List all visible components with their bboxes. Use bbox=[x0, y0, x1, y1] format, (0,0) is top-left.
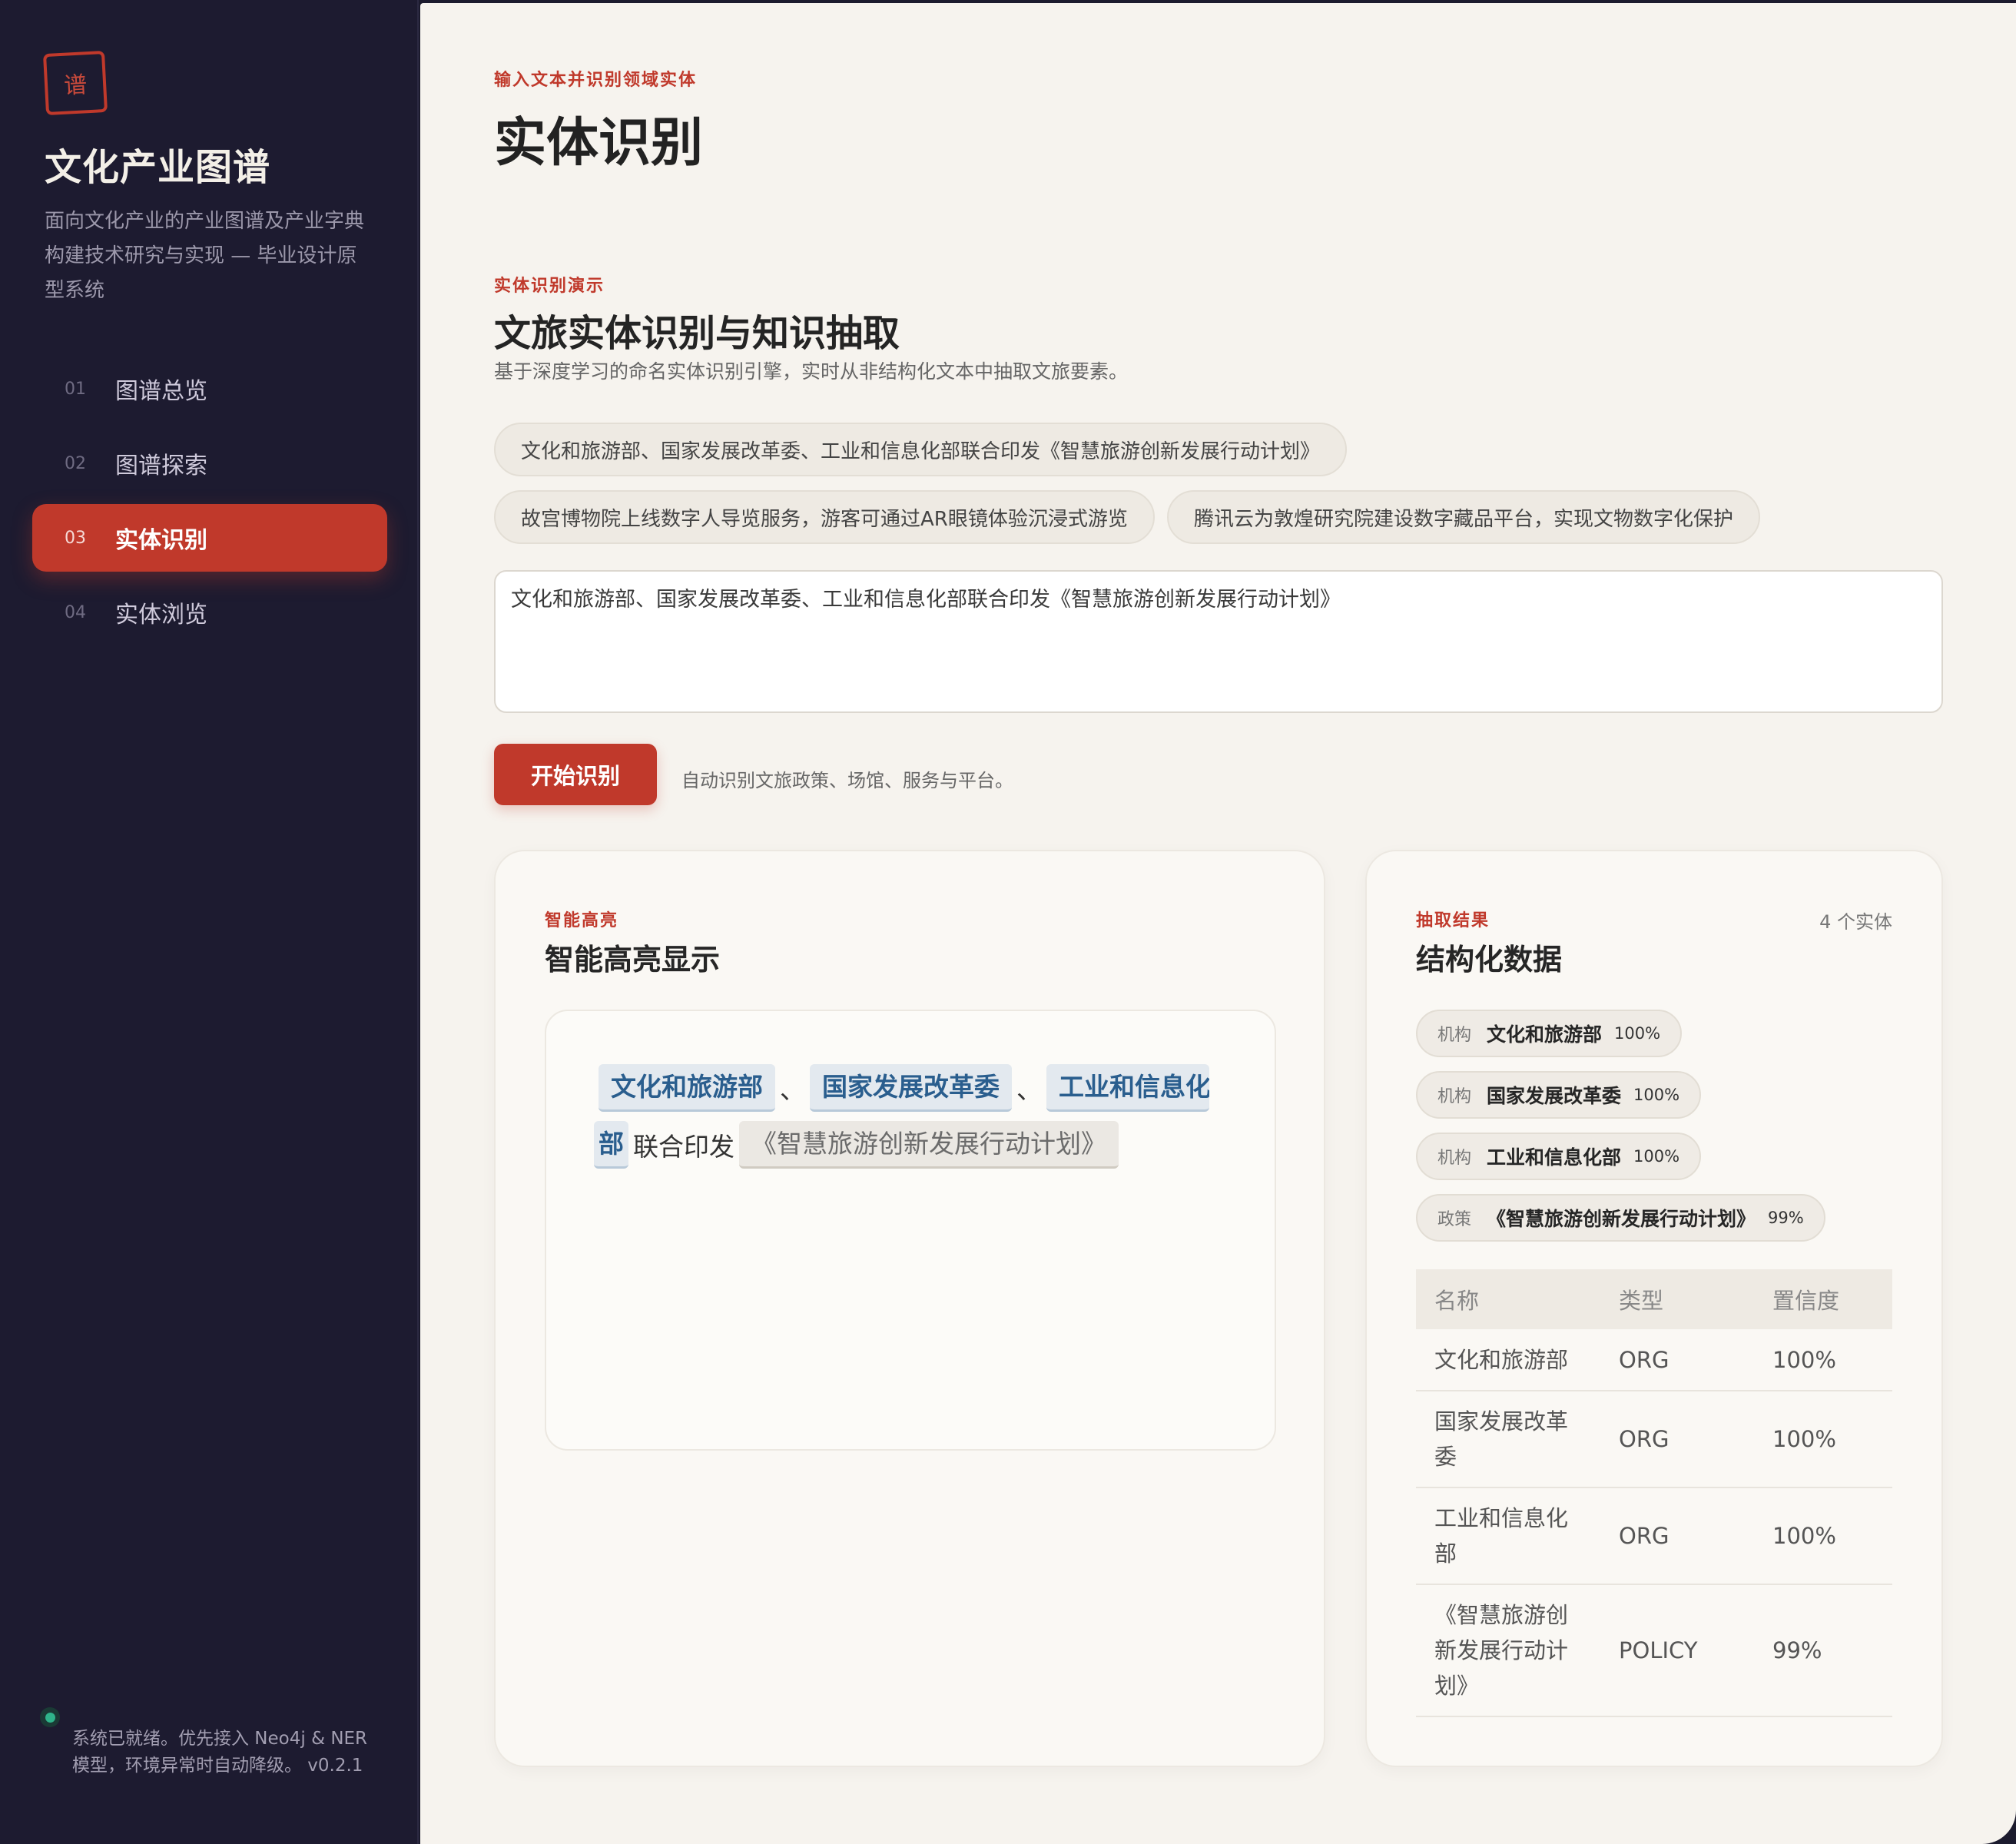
main-content: 输入文本并识别领域实体 实体识别 实体识别演示 文旅实体识别与知识抽取 基于深度… bbox=[420, 3, 2016, 1844]
cell-name: 国家发展改革委 bbox=[1416, 1391, 1600, 1488]
status-dot-icon bbox=[40, 1707, 60, 1727]
nav-number: 03 bbox=[65, 528, 86, 548]
logo-char: 谱 bbox=[63, 71, 88, 100]
card-eyebrow: 智能高亮 bbox=[545, 911, 619, 930]
entity-highlight-org[interactable]: 文化和旅游部 bbox=[598, 1064, 775, 1112]
start-recognition-button[interactable]: 开始识别 bbox=[494, 744, 657, 805]
highlight-line: 部 联合印发 《智慧旅游创新发展行动计划》 bbox=[594, 1120, 1119, 1169]
cell-confidence: 100% bbox=[1754, 1329, 1892, 1391]
sidebar-item-entity-browse[interactable]: 04 实体浏览 bbox=[32, 579, 387, 646]
cell-name: 工业和信息化部 bbox=[1416, 1487, 1600, 1585]
status-text: 系统已就绪。优先接入 Neo4j & NER 模型，环境异常时自动降级。 v0.… bbox=[72, 1729, 368, 1776]
app-title: 文化产业图谱 bbox=[45, 146, 271, 189]
sidebar-item-entity-recognition[interactable]: 03 实体识别 bbox=[32, 504, 387, 572]
entity-name: 国家发展改革委 bbox=[1487, 1085, 1622, 1107]
entity-name: 文化和旅游部 bbox=[1487, 1023, 1603, 1046]
column-header-confidence: 置信度 bbox=[1754, 1269, 1892, 1329]
highlight-card: 智能高亮 智能高亮显示 文化和旅游部 、 国家发展改革委 、 工业和信息化 部 … bbox=[494, 850, 1325, 1767]
text-input[interactable] bbox=[494, 570, 1943, 713]
card-eyebrow: 抽取结果 bbox=[1416, 911, 1490, 930]
cell-type: ORG bbox=[1600, 1487, 1754, 1585]
section-eyebrow: 实体识别演示 bbox=[494, 277, 605, 296]
results-table: 名称 类型 置信度 文化和旅游部 ORG 100% 国家发展改革委 ORG 10… bbox=[1416, 1269, 1892, 1717]
card-title: 结构化数据 bbox=[1416, 942, 1563, 977]
entity-count: 4 个实体 bbox=[1819, 911, 1892, 933]
results-card: 抽取结果 4 个实体 结构化数据 机构 文化和旅游部 100% 机构 国家发展改… bbox=[1365, 850, 1943, 1767]
app-description: 面向文化产业的产业图谱及产业字典构建技术研究与实现 — 毕业设计原型系统 bbox=[45, 210, 365, 302]
nav-label: 实体浏览 bbox=[115, 602, 207, 628]
sidebar-item-explore[interactable]: 02 图谱探索 bbox=[32, 429, 387, 497]
cell-type: POLICY bbox=[1600, 1584, 1754, 1717]
page-title: 实体识别 bbox=[494, 112, 704, 174]
nav-number: 01 bbox=[65, 379, 86, 399]
nav-number: 04 bbox=[65, 602, 86, 622]
entity-confidence: 100% bbox=[1633, 1086, 1680, 1104]
entity-tag[interactable]: 机构 工业和信息化部 100% bbox=[1416, 1133, 1702, 1180]
cell-name: 文化和旅游部 bbox=[1416, 1329, 1600, 1391]
cell-type: ORG bbox=[1600, 1329, 1754, 1391]
nav-label: 实体识别 bbox=[115, 527, 207, 554]
entity-type: 政策 bbox=[1437, 1210, 1472, 1229]
plain-text: 联合印发 bbox=[633, 1132, 734, 1162]
example-chip[interactable]: 文化和旅游部、国家发展改革委、工业和信息化部联合印发《智慧旅游创新发展行动计划》 bbox=[494, 423, 1348, 476]
highlight-text-area: 文化和旅游部 、 国家发展改革委 、 工业和信息化 部 联合印发 《智慧旅游创新… bbox=[545, 1010, 1276, 1451]
entity-tag[interactable]: 机构 国家发展改革委 100% bbox=[1416, 1071, 1702, 1119]
table-header-row: 名称 类型 置信度 bbox=[1416, 1269, 1892, 1329]
entity-type: 机构 bbox=[1437, 1026, 1472, 1045]
app-window: 谱 文化产业图谱 面向文化产业的产业图谱及产业字典构建技术研究与实现 — 毕业设… bbox=[0, 0, 2016, 1844]
app-logo: 谱 bbox=[42, 50, 108, 116]
table-row: 《智慧旅游创新发展行动计划》 POLICY 99% bbox=[1416, 1584, 1892, 1717]
button-hint: 自动识别文旅政策、场馆、服务与平台。 bbox=[681, 770, 1013, 791]
table-row: 文化和旅游部 ORG 100% bbox=[1416, 1329, 1892, 1391]
example-chip[interactable]: 腾讯云为敦煌研究院建设数字藏品平台，实现文物数字化保护 bbox=[1167, 490, 1761, 544]
cell-type: ORG bbox=[1600, 1391, 1754, 1488]
highlight-line: 文化和旅游部 、 国家发展改革委 、 工业和信息化 bbox=[598, 1063, 1209, 1113]
entity-type: 机构 bbox=[1437, 1149, 1472, 1168]
section-description: 基于深度学习的命名实体识别引擎，实时从非结构化文本中抽取文旅要素。 bbox=[494, 360, 1129, 383]
entity-tag[interactable]: 政策 《智慧旅游创新发展行动计划》 99% bbox=[1416, 1194, 1825, 1242]
sidebar-nav: 01 图谱总览 02 图谱探索 03 实体识别 04 实体浏览 bbox=[32, 355, 387, 653]
cell-name: 《智慧旅游创新发展行动计划》 bbox=[1416, 1584, 1600, 1717]
entity-confidence: 100% bbox=[1633, 1147, 1680, 1166]
table-row: 工业和信息化部 ORG 100% bbox=[1416, 1487, 1892, 1585]
entity-tag[interactable]: 机构 文化和旅游部 100% bbox=[1416, 1010, 1683, 1057]
entity-confidence: 99% bbox=[1768, 1209, 1804, 1227]
entity-name: 《智慧旅游创新发展行动计划》 bbox=[1487, 1208, 1756, 1230]
entity-name: 工业和信息化部 bbox=[1487, 1146, 1622, 1169]
entity-confidence: 100% bbox=[1614, 1024, 1661, 1043]
column-header-type: 类型 bbox=[1600, 1269, 1754, 1329]
entity-highlight-org[interactable]: 国家发展改革委 bbox=[810, 1064, 1012, 1112]
cell-confidence: 99% bbox=[1754, 1584, 1892, 1717]
example-chip[interactable]: 故宫博物院上线数字人导览服务，游客可通过AR眼镜体验沉浸式游览 bbox=[494, 490, 1155, 544]
entity-type: 机构 bbox=[1437, 1087, 1472, 1106]
sidebar-item-overview[interactable]: 01 图谱总览 bbox=[32, 355, 387, 423]
table-row: 国家发展改革委 ORG 100% bbox=[1416, 1391, 1892, 1488]
entity-highlight-org[interactable]: 部 bbox=[594, 1121, 628, 1169]
plain-text: 、 bbox=[780, 1075, 805, 1105]
plain-text: 、 bbox=[1016, 1075, 1042, 1105]
nav-number: 02 bbox=[65, 453, 86, 473]
nav-label: 图谱探索 bbox=[115, 453, 207, 479]
entity-highlight-org[interactable]: 工业和信息化 bbox=[1046, 1064, 1209, 1112]
page-eyebrow: 输入文本并识别领域实体 bbox=[494, 71, 698, 90]
entity-highlight-policy[interactable]: 《智慧旅游创新发展行动计划》 bbox=[739, 1121, 1119, 1169]
section-title: 文旅实体识别与知识抽取 bbox=[494, 312, 900, 355]
cell-confidence: 100% bbox=[1754, 1487, 1892, 1585]
cell-confidence: 100% bbox=[1754, 1391, 1892, 1488]
sidebar: 谱 文化产业图谱 面向文化产业的产业图谱及产业字典构建技术研究与实现 — 毕业设… bbox=[0, 0, 419, 1844]
nav-label: 图谱总览 bbox=[115, 378, 207, 405]
column-header-name: 名称 bbox=[1416, 1269, 1600, 1329]
card-title: 智能高亮显示 bbox=[545, 942, 721, 977]
